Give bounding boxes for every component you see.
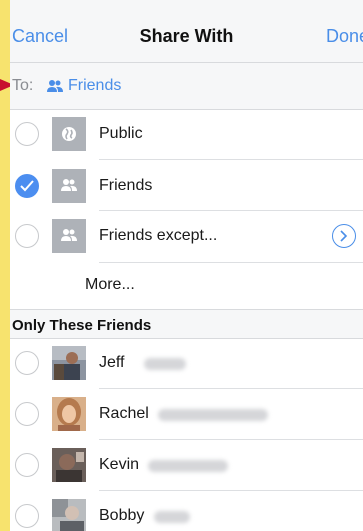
avatar xyxy=(52,499,86,531)
radio-button[interactable] xyxy=(15,224,39,248)
radio-button[interactable] xyxy=(15,122,39,146)
option-public[interactable]: Public xyxy=(10,108,363,160)
to-value[interactable]: Friends xyxy=(68,77,121,95)
friend-row[interactable]: Rachel xyxy=(10,389,363,441)
redacted-surname xyxy=(158,409,268,421)
avatar xyxy=(52,346,86,380)
share-with-sheet: Cancel Share With Done To: Friends Publi… xyxy=(10,0,363,531)
section-header: Only These Friends xyxy=(10,309,363,339)
option-label: Friends except... xyxy=(99,227,218,244)
navigation-bar: Cancel Share With Done xyxy=(10,0,363,63)
more-button[interactable]: More... xyxy=(85,276,135,294)
redacted-surname xyxy=(154,511,190,523)
tile xyxy=(52,117,86,151)
avatar xyxy=(52,397,86,431)
option-label: Friends xyxy=(99,177,153,194)
done-button[interactable]: Done xyxy=(326,26,363,47)
friend-row[interactable]: Kevin xyxy=(10,440,363,492)
redacted-surname xyxy=(144,358,186,370)
friends-icon xyxy=(47,80,63,92)
page-title: Share With xyxy=(139,26,234,46)
to-label: To: xyxy=(12,77,34,94)
friend-name: Jeff xyxy=(99,354,125,371)
friends-icon xyxy=(61,179,77,191)
section-title: Only These Friends xyxy=(12,317,152,334)
radio-button[interactable] xyxy=(15,504,39,528)
option-friends[interactable]: Friends xyxy=(10,160,363,212)
friends-icon xyxy=(61,229,77,241)
radio-button-checked[interactable] xyxy=(15,174,39,198)
checkmark-icon xyxy=(20,180,34,192)
option-label: Public xyxy=(99,125,143,142)
tile xyxy=(52,219,86,253)
friend-name: Rachel xyxy=(99,405,149,422)
redacted-surname xyxy=(148,460,228,472)
friend-name: Bobby xyxy=(99,507,145,524)
friend-row[interactable]: Jeff xyxy=(10,338,363,390)
friend-name: Kevin xyxy=(99,456,140,473)
chevron-right-button[interactable] xyxy=(332,224,356,248)
radio-button[interactable] xyxy=(15,351,39,375)
friend-row[interactable]: Bobby xyxy=(10,491,363,531)
option-friends-except[interactable]: Friends except... xyxy=(10,211,363,263)
radio-button[interactable] xyxy=(15,453,39,477)
divider xyxy=(99,262,363,263)
to-row[interactable]: To: Friends xyxy=(10,63,363,110)
avatar xyxy=(52,448,86,482)
globe-icon xyxy=(62,127,76,141)
tile xyxy=(52,169,86,203)
radio-button[interactable] xyxy=(15,402,39,426)
chevron-right-icon xyxy=(340,230,348,242)
